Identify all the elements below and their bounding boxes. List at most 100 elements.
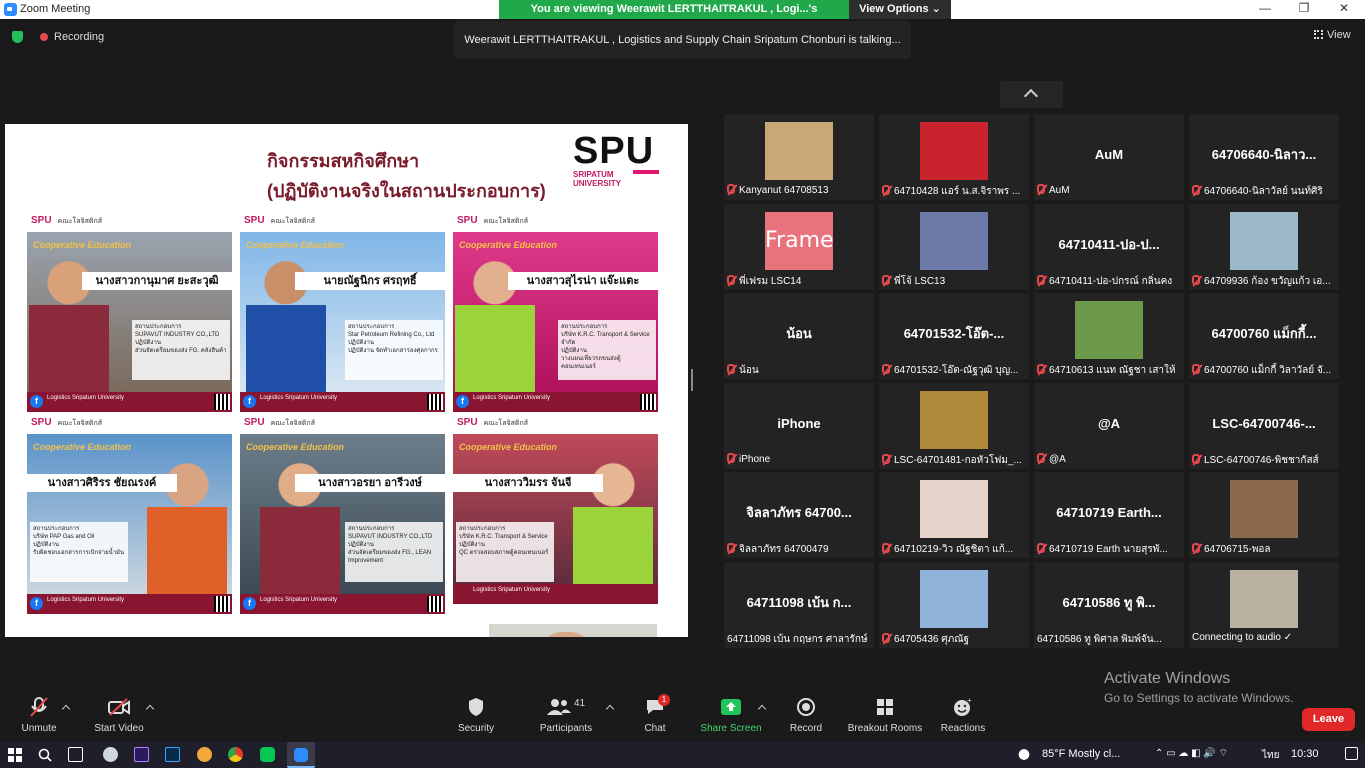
premiere-icon[interactable] (134, 747, 149, 762)
qr-code-icon (427, 596, 443, 612)
participants-button[interactable]: 41 Participants (536, 692, 596, 742)
start-video-button[interactable]: Start Video (88, 692, 150, 742)
participant-name: LSC-64701481-กอหัวโฟม_... (894, 455, 1022, 466)
search-icon[interactable] (38, 748, 52, 762)
participant-tile[interactable]: 64710411-ปอ-ป... 64710411-ปอ-ปกรณ์ กลิ่นค… (1034, 204, 1184, 290)
participant-label: 64710411-ปอ-ปกรณ์ กลิ่นคง (1037, 274, 1172, 288)
participant-label: @A (1037, 453, 1066, 467)
participant-video (1230, 212, 1298, 270)
mic-muted-icon (1192, 185, 1200, 195)
participant-tile[interactable]: จิลลาภัทร 64700... จิลลาภัทร 64700479 (724, 472, 874, 558)
view-options-button[interactable]: View Options ⌄ (849, 0, 951, 19)
participant-tile[interactable]: iPhone iPhone (724, 383, 874, 469)
card-head: SPU (244, 417, 265, 428)
participant-tile[interactable]: LSC-64701481-กอหัวโฟม_... (879, 383, 1029, 469)
mic-muted-icon (727, 543, 735, 553)
mic-muted-icon (727, 364, 735, 374)
line-icon[interactable] (260, 747, 275, 762)
input-language[interactable]: ไทย (1262, 748, 1279, 763)
participant-name: 64710428 แอร์ น.ส.จิราพร ... (894, 186, 1021, 197)
participant-tile[interactable]: 64710613 แนท ณัฐชา เสาให้ (1034, 293, 1184, 379)
qr-code-icon (214, 596, 230, 612)
participant-video (920, 122, 988, 180)
unmute-button[interactable]: Unmute (14, 692, 64, 742)
spu-logo-bar (633, 170, 659, 174)
participant-tile[interactable]: Frame พี่เฟรม LSC14 (724, 204, 874, 290)
participant-video (1230, 570, 1298, 628)
view-options-label: View Options (859, 3, 929, 15)
app-icon[interactable] (197, 747, 212, 762)
app-icon[interactable] (103, 747, 118, 762)
participant-display-name: AuM (1094, 147, 1124, 162)
participant-tile[interactable]: 64705436 ศุภณัฐ (879, 562, 1029, 648)
participant-tile[interactable]: @A @A (1034, 383, 1184, 469)
security-label: Security (457, 723, 495, 734)
breakout-rooms-button[interactable]: Breakout Rooms (846, 692, 924, 742)
participant-tile[interactable]: 64710428 แอร์ น.ส.จิราพร ... (879, 114, 1029, 200)
participant-tile[interactable]: พี่โจ้ LSC13 (879, 204, 1029, 290)
mic-muted-icon (1192, 454, 1200, 464)
participant-label: 64710428 แอร์ น.ส.จิราพร ... (882, 184, 1020, 198)
shared-screen[interactable]: กิจกรรมสหกิจศึกษา (ปฏิบัติงานจริงในสถานป… (5, 124, 688, 637)
tray-icons[interactable]: ⌃ ▭ ☁ ◧ 🔊 ⌔ (1155, 747, 1228, 760)
view-button[interactable]: View (1314, 29, 1351, 41)
reactions-button[interactable]: + Reactions (938, 692, 988, 742)
task-view-icon[interactable] (68, 747, 83, 762)
participant-name: 64710411-ปอ-ปกรณ์ กลิ่นคง (1049, 276, 1173, 287)
participant-tile[interactable]: 64709936 ก้อง ขวัญแก้ว เอ... (1189, 204, 1339, 290)
participant-tile[interactable]: Connecting to audio ✓ (1189, 562, 1339, 648)
windows-start-icon[interactable] (8, 748, 22, 762)
record-button[interactable]: Record (786, 692, 826, 742)
close-icon[interactable]: ✕ (1334, 1, 1354, 17)
notifications-icon[interactable] (1345, 747, 1358, 760)
participant-tile[interactable]: 64710719 Earth... 64710719 Earth นายสุรพั… (1034, 472, 1184, 558)
weather-icon[interactable] (1018, 747, 1033, 762)
participant-tile[interactable]: LSC-64700746-... LSC-64700746-พิชชากัสส์ (1189, 383, 1339, 469)
security-button[interactable]: Security (452, 692, 500, 742)
zoom-taskbar-icon[interactable] (287, 742, 315, 768)
weather-label[interactable]: 85°F Mostly cl... (1042, 748, 1120, 760)
participant-tile[interactable]: 64711098 เบ้น ก... 64711098 เบ้น กฤษกร ศา… (724, 562, 874, 648)
record-icon (797, 698, 815, 716)
record-label: Record (789, 723, 823, 734)
unmute-label: Unmute (21, 723, 57, 734)
mic-muted-icon (1037, 543, 1045, 553)
photoshop-icon[interactable] (165, 747, 180, 762)
participant-tile[interactable]: 64700760 แม็กกี้... 64700760 แม็กกี้ วิลา… (1189, 293, 1339, 379)
card-head: SPU (31, 215, 52, 226)
participant-tile[interactable]: 64706715-พอล (1189, 472, 1339, 558)
leave-button[interactable]: Leave (1302, 708, 1355, 731)
participant-display-name: @A (1097, 416, 1121, 431)
card-company: บริษัท K.R.C. Transport & Service (459, 534, 548, 540)
splitter-handle[interactable] (691, 369, 693, 391)
spu-logo: SPU (573, 130, 655, 172)
participant-label: พี่โจ้ LSC13 (882, 274, 945, 288)
gallery-scroll-up-button[interactable] (1000, 81, 1063, 108)
minimize-icon[interactable]: — (1255, 1, 1275, 17)
card-coop-label: Cooperative Education (246, 442, 345, 452)
participant-display-name: 64700760 แม็กกี้... (1211, 326, 1317, 341)
participant-video (765, 122, 833, 180)
participant-display-name: 64701532-โอ๊ต-... (903, 326, 1005, 341)
participants-chevron-icon[interactable] (605, 704, 615, 714)
chat-badge: 1 (658, 694, 670, 706)
participant-label: 64710719 Earth นายสุรพั... (1037, 542, 1168, 556)
share-screen-button[interactable]: Share Screen (698, 692, 764, 742)
participant-name: 64706640-นิลาวัลย์ นนท์ศิริ (1204, 186, 1323, 197)
participant-tile[interactable]: Kanyanut 64708513 (724, 114, 874, 200)
mic-muted-icon (1037, 364, 1045, 374)
clock[interactable]: 10:30 (1291, 748, 1319, 760)
participant-tile[interactable]: 64706640-นิลาว... 64706640-นิลาวัลย์ นนท์… (1189, 114, 1339, 200)
participant-tile[interactable]: 64701532-โอ๊ต-... 64701532-โอ๊ต-ณัฐวุฒิ บ… (879, 293, 1029, 379)
chrome-icon[interactable] (228, 747, 243, 762)
participant-tile[interactable]: AuM AuM (1034, 114, 1184, 200)
participant-tile[interactable]: 64710219-วิว ณัฐชิตา แก้... (879, 472, 1029, 558)
recording-label[interactable]: Recording (54, 31, 104, 43)
participant-tile[interactable]: 64710586 ทู พิ... 64710586 ทู พิศาล พิมพ์… (1034, 562, 1184, 648)
participant-video (1075, 301, 1143, 359)
chat-button[interactable]: 1 Chat (634, 692, 676, 742)
participant-tile[interactable]: น้อน น้อน (724, 293, 874, 379)
encryption-shield-icon[interactable] (12, 31, 23, 43)
maximize-icon[interactable]: ❐ (1294, 1, 1314, 17)
card-coop-label: Cooperative Education (246, 240, 345, 250)
